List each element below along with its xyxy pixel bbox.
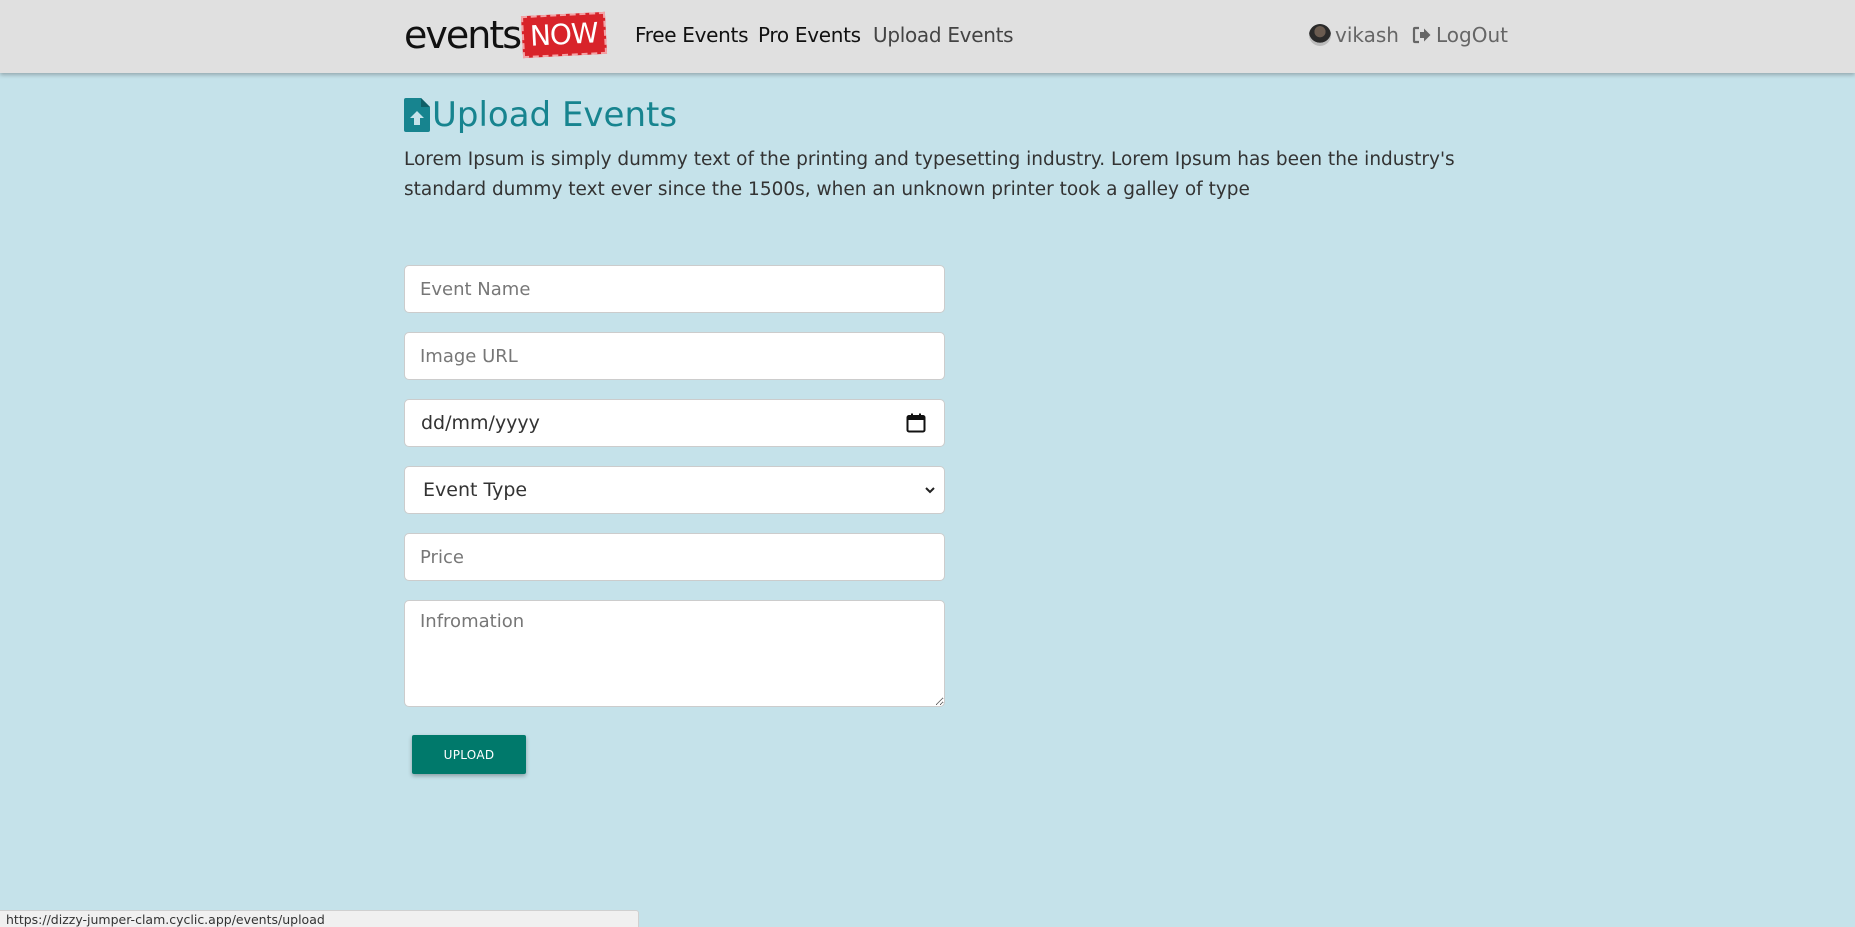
logout-button[interactable]: LogOut — [1412, 22, 1508, 48]
page-description: Lorem Ipsum is simply dummy text of the … — [404, 149, 1455, 200]
event-type-selected: Event Type — [423, 479, 528, 501]
upload-button[interactable]: UPLOAD — [412, 735, 526, 774]
event-date-input[interactable]: dd/mm/yyyy — [404, 399, 945, 447]
avatar — [1309, 24, 1331, 46]
information-textarea[interactable] — [404, 600, 945, 707]
calendar-icon[interactable] — [906, 413, 926, 433]
nav-upload-events[interactable]: Upload Events — [873, 22, 1014, 48]
file-upload-icon — [404, 98, 430, 132]
user-profile[interactable]: vikash — [1309, 22, 1399, 48]
sign-out-icon — [1412, 26, 1431, 44]
event-name-input[interactable] — [404, 265, 945, 313]
logout-label: LogOut — [1436, 23, 1508, 47]
price-input[interactable] — [404, 533, 945, 581]
date-placeholder: dd/mm/yyyy — [421, 412, 540, 434]
page-title: Upload Events — [404, 94, 677, 136]
user-name: vikash — [1335, 23, 1399, 47]
navbar: events NOW Free Events Pro Events Upload… — [0, 0, 1855, 73]
brand-now-badge: NOW — [520, 11, 607, 59]
nav-pro-events[interactable]: Pro Events — [758, 22, 861, 48]
nav-free-events[interactable]: Free Events — [635, 22, 749, 48]
brand-logo[interactable]: events NOW — [404, 11, 607, 59]
brand-events-text: events — [404, 13, 522, 57]
event-type-select[interactable]: Event Type — [404, 466, 945, 514]
image-url-input[interactable] — [404, 332, 945, 380]
status-bar-url: https://dizzy-jumper-clam.cyclic.app/eve… — [0, 910, 639, 927]
page-title-text: Upload Events — [432, 95, 678, 135]
chevron-down-icon — [925, 487, 935, 494]
